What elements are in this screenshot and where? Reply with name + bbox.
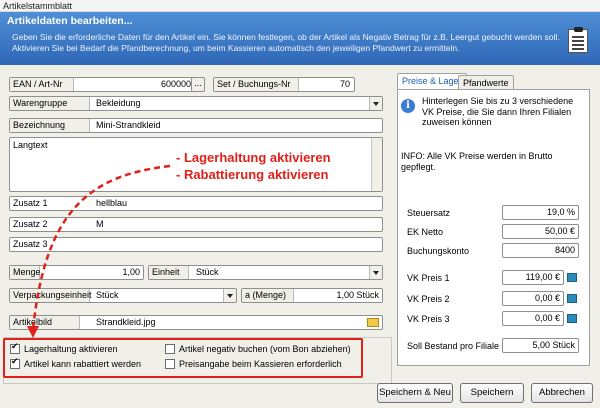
ean-label: EAN / Art-Nr (10, 78, 74, 91)
menge-field[interactable]: Menge 1,00 (9, 265, 144, 280)
soll-bestand-field[interactable]: 5,00 Stück (502, 338, 579, 353)
ean-browse-button[interactable]: ... (191, 77, 205, 92)
calculator-icon[interactable] (567, 273, 577, 282)
zusatz2-value: M (96, 219, 104, 229)
artikelbild-field[interactable]: Artikelbild Strandkleid.jpg (9, 315, 383, 330)
header-description-line1: Geben Sie die erforderliche Daten für de… (12, 32, 560, 42)
buchungskonto-label: Buchungskonto (407, 246, 470, 256)
header-banner: Artikeldaten bearbeiten... Geben Sie die… (0, 12, 600, 65)
info-box: i Hinterlegen Sie bis zu 3 verschiedene … (401, 93, 585, 189)
bild-label: Artikelbild (10, 316, 80, 329)
menge-label: Menge (10, 266, 41, 279)
einheit-label: Einheit (149, 266, 189, 279)
warengruppe-label: Warengruppe (10, 97, 90, 110)
langtext-label: Langtext (13, 140, 48, 150)
zusatz2-field[interactable]: Zusatz 2 M (9, 217, 383, 232)
chevron-down-icon[interactable] (369, 266, 382, 279)
amenge-label: a (Menge) (242, 289, 294, 302)
vpe-value: Stück (96, 290, 119, 300)
tab-preise-lager[interactable]: Preise & Lager (397, 73, 467, 90)
vk-preis3-label: VK Preis 3 (407, 314, 450, 324)
vk-preis1-field[interactable]: 119,00 € (502, 270, 564, 285)
menge-value: 1,00 (122, 267, 140, 277)
calculator-icon[interactable] (567, 294, 577, 303)
info-brutto-text: INFO: Alle VK Preise werden in Brutto ge… (401, 151, 553, 172)
zusatz1-field[interactable]: Zusatz 1 hellblau (9, 196, 383, 211)
bezeichnung-field[interactable]: Bezeichnung Mini-Strandkleid (9, 118, 383, 133)
bild-value: Strandkleid.jpg (96, 317, 156, 327)
steuersatz-label: Steuersatz (407, 208, 451, 218)
save-button[interactable]: Speichern (460, 383, 524, 403)
warengruppe-select[interactable]: Warengruppe Bekleidung (9, 96, 383, 111)
window-title: Artikelstammblatt (0, 0, 600, 12)
clipboard-icon (568, 27, 588, 53)
zusatz3-field[interactable]: Zusatz 3 (9, 237, 383, 252)
zusatz1-value: hellblau (96, 198, 128, 208)
header-description-line2: Aktivieren Sie bei Bedarf die Pfandberec… (12, 43, 460, 53)
amenge-field[interactable]: a (Menge) 1,00 Stück (241, 288, 383, 303)
chevron-down-icon[interactable] (369, 97, 382, 110)
zusatz2-label: Zusatz 2 (13, 219, 48, 229)
bezeichnung-label: Bezeichnung (10, 119, 90, 132)
info-icon: i (401, 99, 415, 113)
vk-preis3-field[interactable]: 0,00 € (502, 311, 564, 326)
tab-pfandwerte[interactable]: Pfandwerte (458, 75, 514, 90)
langtext-scrollbar[interactable] (371, 138, 382, 191)
folder-icon[interactable] (367, 318, 379, 327)
einheit-select[interactable]: Einheit Stück (148, 265, 383, 280)
ean-value: 6000001 (160, 79, 196, 89)
annotation-line1: - Lagerhaltung aktivieren (176, 150, 331, 165)
set-value: 70 (339, 79, 350, 89)
zusatz3-label: Zusatz 3 (13, 239, 48, 249)
cancel-button[interactable]: Abbrechen (531, 383, 593, 403)
amenge-value: 1,00 Stück (336, 290, 379, 300)
annotation-line2: - Rabattierung aktivieren (176, 167, 329, 182)
header-title: Artikeldaten bearbeiten... (7, 15, 133, 27)
calculator-icon[interactable] (567, 314, 577, 323)
vk-preis1-label: VK Preis 1 (407, 273, 450, 283)
info-text: Hinterlegen Sie bis zu 3 verschiedene VK… (422, 96, 574, 127)
zusatz1-label: Zusatz 1 (13, 198, 48, 208)
warengruppe-value: Bekleidung (96, 98, 141, 108)
soll-bestand-label: Soll Bestand pro Filiale (407, 341, 500, 351)
vpe-label: Verpackungseinheit (10, 289, 92, 302)
buchungskonto-field[interactable]: 8400 (502, 243, 579, 258)
bezeichnung-value: Mini-Strandkleid (96, 120, 161, 130)
set-buchungs-field[interactable]: Set / Buchungs-Nr 70 (213, 77, 355, 92)
einheit-value: Stück (196, 267, 219, 277)
chevron-down-icon[interactable] (223, 289, 236, 302)
vk-preis2-label: VK Preis 2 (407, 294, 450, 304)
highlight-box (3, 338, 363, 378)
verpackungseinheit-select[interactable]: Verpackungseinheit Stück (9, 288, 237, 303)
steuersatz-field[interactable]: 19,0 % (502, 205, 579, 220)
set-label: Set / Buchungs-Nr (214, 78, 299, 91)
ek-netto-field[interactable]: 50,00 € (502, 224, 579, 239)
ek-netto-label: EK Netto (407, 227, 444, 237)
save-new-button[interactable]: Speichern & Neu (377, 383, 453, 403)
ean-field[interactable]: EAN / Art-Nr 6000001 (9, 77, 202, 92)
vk-preis2-field[interactable]: 0,00 € (502, 291, 564, 306)
